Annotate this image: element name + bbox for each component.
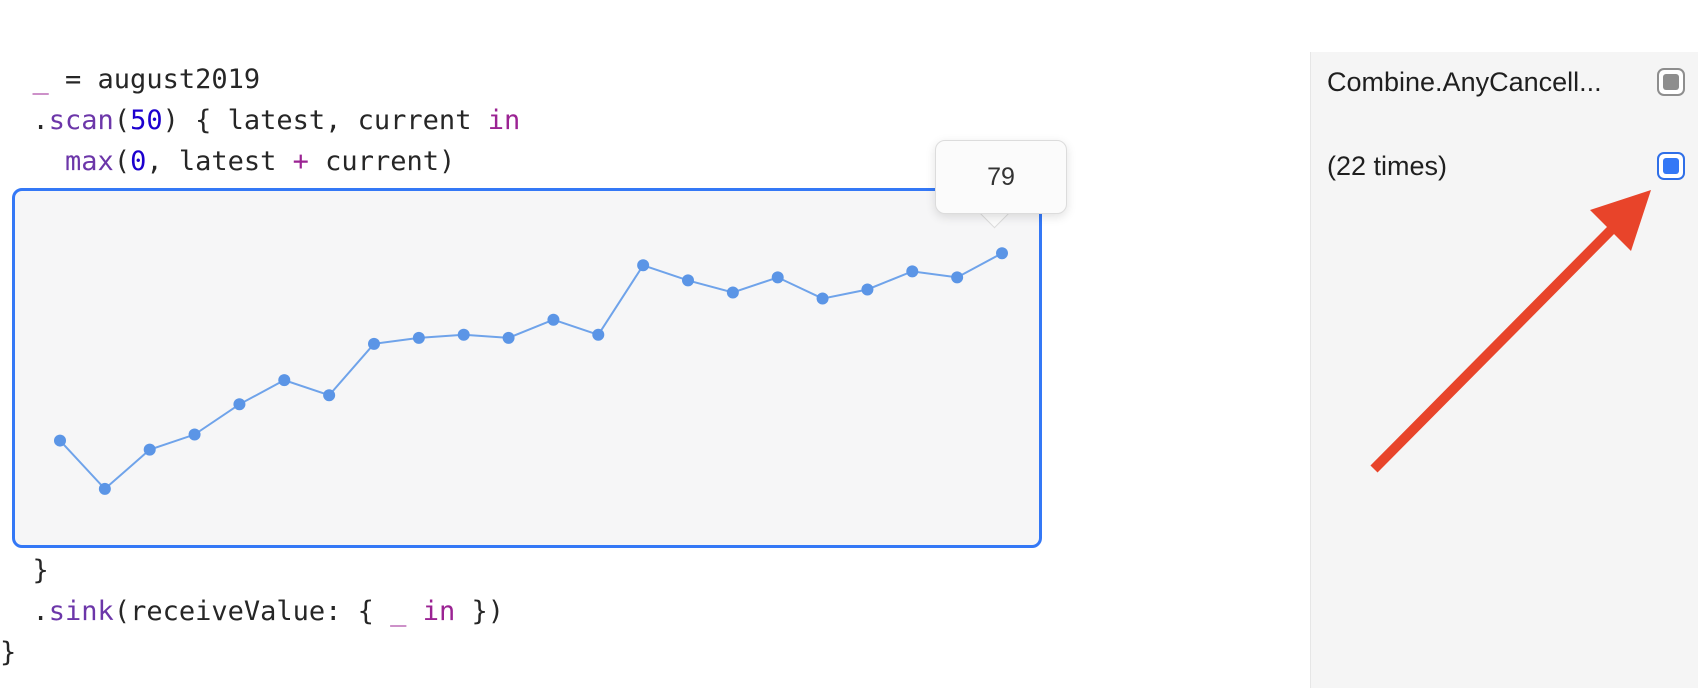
in-keyword: in	[422, 596, 456, 627]
max-function-token: max	[65, 146, 114, 177]
code-line-4: }	[32, 555, 49, 586]
code-line-6: }	[0, 637, 17, 668]
data-point[interactable]	[143, 443, 156, 456]
tooltip-value: 79	[987, 162, 1015, 191]
data-point[interactable]	[323, 389, 336, 402]
data-point[interactable]	[682, 274, 694, 287]
value-tooltip: 79	[935, 140, 1067, 214]
data-point[interactable]	[98, 482, 111, 495]
scan-seed-number: 50	[130, 105, 163, 136]
data-point[interactable]	[457, 328, 470, 341]
series-line	[59, 252, 1003, 491]
code-line-5: .sink(receiveValue: { _ in })	[32, 596, 504, 627]
data-point[interactable]	[906, 265, 919, 278]
data-point-highlighted[interactable]	[996, 247, 1008, 260]
data-point[interactable]	[412, 331, 425, 344]
data-point[interactable]	[233, 398, 246, 411]
code-line-2: .scan(50) { latest, current in	[32, 105, 521, 136]
data-point[interactable]	[861, 283, 874, 296]
result-label-times: (22 times)	[1327, 151, 1448, 181]
data-point[interactable]	[951, 271, 964, 284]
underscore-token: _	[32, 64, 49, 95]
code-line-1: _ = august2019	[32, 64, 261, 95]
code-line-3: max(0, latest + current)	[65, 146, 456, 177]
data-point[interactable]	[368, 337, 380, 350]
data-point[interactable]	[54, 434, 66, 447]
data-point[interactable]	[188, 428, 201, 441]
result-label-anycancellable: Combine.AnyCancell...	[1327, 67, 1602, 97]
plus-operator: +	[292, 146, 309, 177]
sink-method-token: sink	[48, 596, 114, 627]
toggle-fill	[1663, 158, 1679, 174]
results-sidebar: Combine.AnyCancell... (22 times)	[1310, 52, 1698, 688]
value-history-chart[interactable]	[12, 188, 1042, 548]
underscore-token: _	[390, 596, 407, 627]
scan-method-token: scan	[48, 105, 114, 136]
data-point[interactable]	[278, 374, 291, 387]
in-keyword: in	[487, 105, 521, 136]
line-chart-svg	[54, 247, 1008, 495]
data-point[interactable]	[547, 313, 560, 326]
show-result-toggle-icon[interactable]	[1657, 152, 1685, 180]
data-point[interactable]	[771, 271, 784, 284]
data-point[interactable]	[592, 328, 605, 341]
toggle-fill	[1663, 74, 1679, 90]
data-point[interactable]	[726, 286, 739, 299]
data-point[interactable]	[816, 292, 829, 305]
quick-look-toggle-icon[interactable]	[1657, 68, 1685, 96]
data-point[interactable]	[637, 259, 650, 272]
data-point[interactable]	[502, 331, 515, 344]
